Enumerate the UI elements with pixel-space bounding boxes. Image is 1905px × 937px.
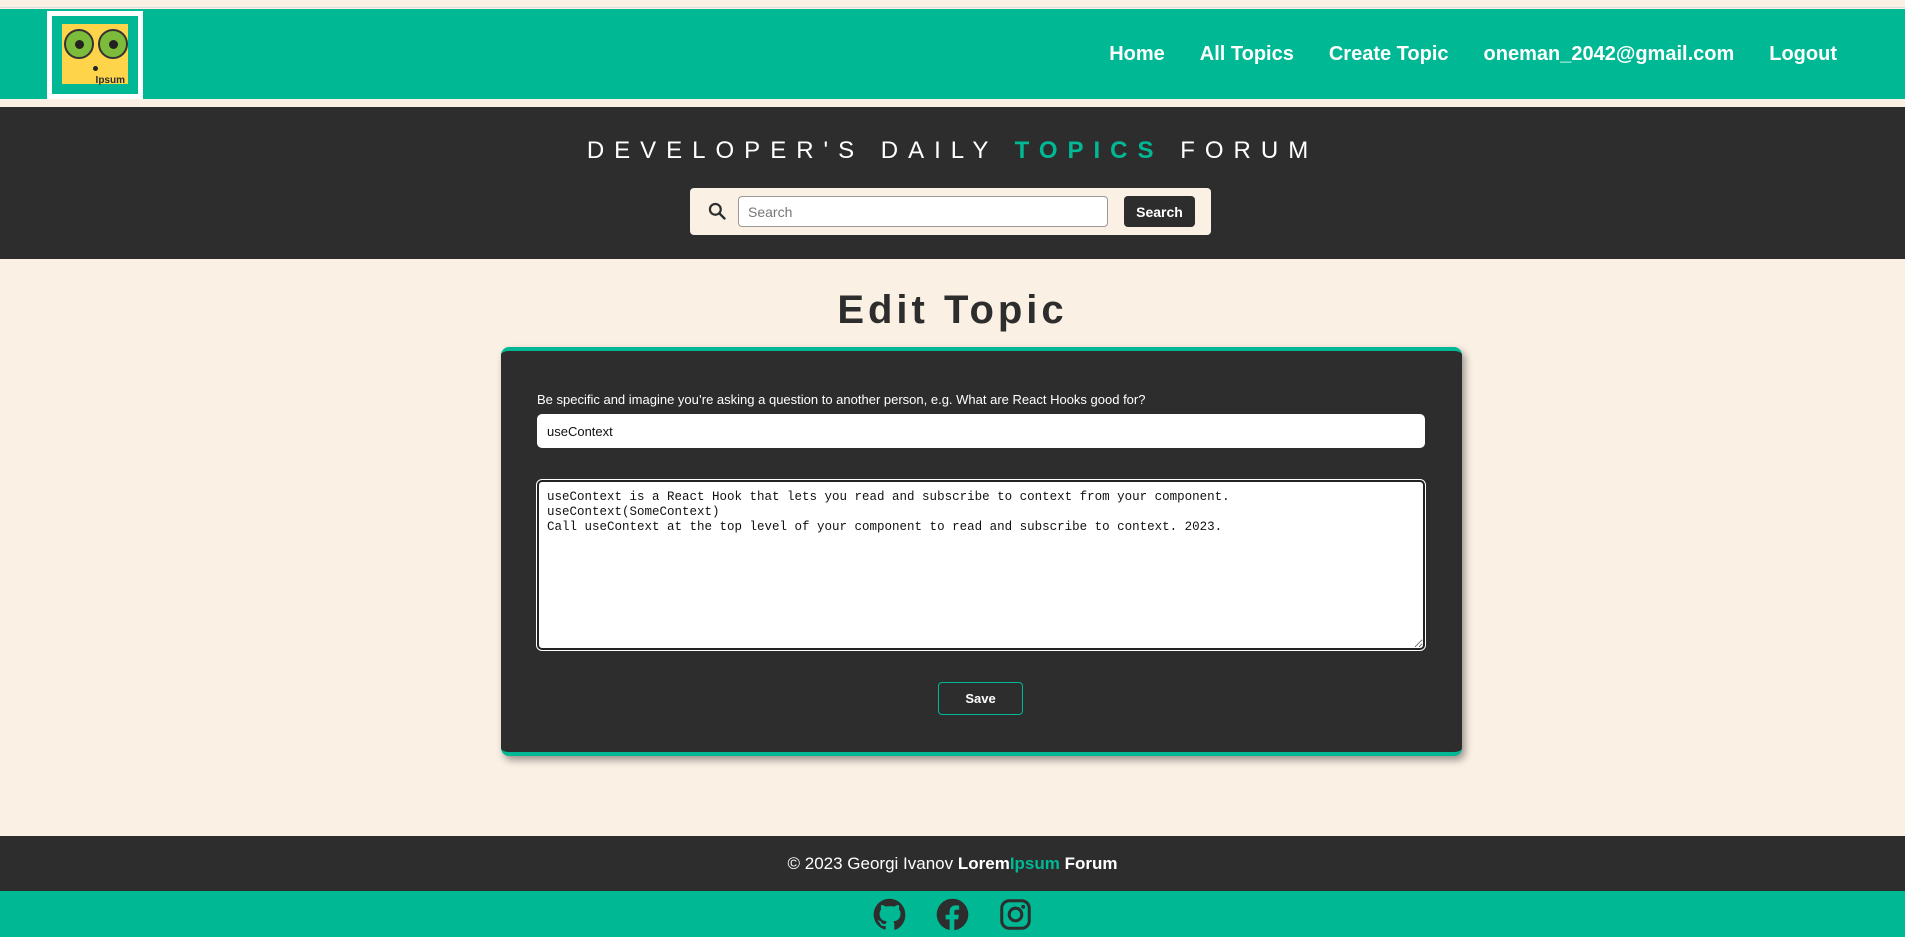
nav-home[interactable]: Home bbox=[1109, 43, 1165, 66]
site-title-part2: FORUM bbox=[1180, 137, 1319, 164]
search-icon[interactable] bbox=[707, 201, 727, 221]
logo-right-eye-icon bbox=[98, 29, 128, 59]
title-label: Be specific and imagine you’re asking a … bbox=[537, 392, 1146, 407]
social-bar bbox=[0, 891, 1905, 937]
nav-all-topics[interactable]: All Topics bbox=[1200, 43, 1294, 66]
topic-title-input[interactable] bbox=[537, 414, 1425, 448]
logo-text: LoremIpsum bbox=[52, 75, 138, 86]
logo-text-ipsum: Ipsum bbox=[95, 75, 125, 86]
logo-image: LoremIpsum bbox=[52, 16, 138, 94]
navbar: LoremIpsum Home All Topics Create Topic … bbox=[0, 9, 1905, 99]
github-icon[interactable] bbox=[873, 898, 906, 931]
nav-links: Home All Topics Create Topic oneman_2042… bbox=[1109, 9, 1837, 99]
footer-brand-forum: Forum bbox=[1064, 854, 1118, 873]
nav-logout[interactable]: Logout bbox=[1769, 43, 1837, 66]
footer-brand-ipsum: Ipsum bbox=[1009, 854, 1060, 873]
footer: © 2023 Georgi Ivanov LoremIpsum Forum bbox=[0, 836, 1905, 891]
site-title-part1: DEVELOPER'S DAILY bbox=[586, 137, 998, 164]
edit-topic-form: Be specific and imagine you’re asking a … bbox=[501, 347, 1462, 756]
page-title: Edit Topic bbox=[837, 288, 1068, 332]
logo[interactable]: LoremIpsum bbox=[47, 11, 143, 99]
top-strip bbox=[0, 0, 1905, 8]
footer-copyright: © 2023 Georgi Ivanov bbox=[787, 854, 954, 873]
site-title-accent: TOPICS bbox=[1014, 137, 1164, 164]
nav-user-email[interactable]: oneman_2042@gmail.com bbox=[1484, 43, 1735, 66]
nav-create-topic[interactable]: Create Topic bbox=[1329, 43, 1449, 66]
search-button[interactable]: Search bbox=[1124, 196, 1195, 227]
footer-brand-lorem: Lorem bbox=[957, 854, 1010, 873]
topic-content-textarea[interactable]: useContext is a React Hook that lets you… bbox=[536, 479, 1426, 651]
site-title: DEVELOPER'S DAILY TOPICS FORUM bbox=[0, 137, 1905, 165]
search-bar: Search bbox=[690, 188, 1211, 235]
logo-left-eye-icon bbox=[64, 29, 94, 59]
facebook-icon[interactable] bbox=[936, 898, 969, 931]
hero-banner: DEVELOPER'S DAILY TOPICS FORUM Search bbox=[0, 107, 1905, 259]
search-input[interactable] bbox=[738, 196, 1108, 227]
logo-text-lorem: Lorem bbox=[64, 75, 96, 86]
logo-nose-icon bbox=[93, 66, 98, 71]
footer-brand: LoremIpsum Forum bbox=[958, 854, 1118, 873]
save-button[interactable]: Save bbox=[938, 682, 1023, 715]
instagram-icon[interactable] bbox=[999, 898, 1032, 931]
